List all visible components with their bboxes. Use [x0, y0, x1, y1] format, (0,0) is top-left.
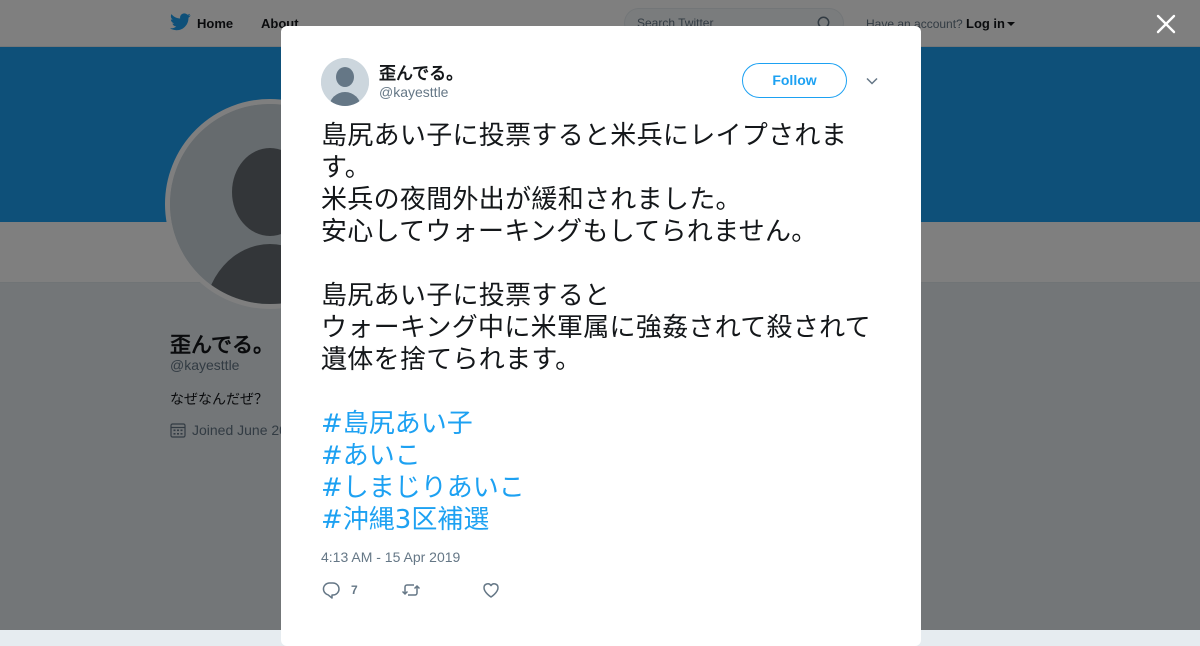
- close-icon[interactable]: [1154, 12, 1178, 36]
- reply-count: 7: [351, 583, 358, 597]
- hashtag-link[interactable]: #沖縄3区補選: [321, 504, 525, 536]
- tweet-author-avatar[interactable]: [321, 58, 369, 106]
- tweet-modal: 歪んでる。 @kayesttle Follow 島尻あい子に投票すると米兵にレイ…: [281, 26, 921, 646]
- hashtag-link[interactable]: #島尻あい子: [321, 408, 525, 440]
- retweet-button[interactable]: [401, 580, 421, 600]
- tweet-paragraph: 島尻あい子に投票すると米兵にレイプされます。 米兵の夜間外出が緩和されました。 …: [321, 121, 848, 247]
- tweet-author-handle[interactable]: @kayesttle: [379, 84, 448, 100]
- tweet-text: 島尻あい子に投票すると米兵にレイプされます。 米兵の夜間外出が緩和されました。 …: [321, 120, 886, 376]
- tweet-paragraph-spacer: [321, 248, 886, 280]
- tweet-timestamp[interactable]: 4:13 AM - 15 Apr 2019: [321, 549, 460, 565]
- hashtag-link[interactable]: #しまじりあいこ: [321, 472, 525, 504]
- tweet-author-name[interactable]: 歪んでる。: [379, 59, 463, 84]
- reply-icon: [322, 582, 340, 599]
- follow-button[interactable]: Follow: [742, 63, 847, 98]
- heart-icon: [483, 583, 499, 598]
- default-avatar-icon: [321, 58, 369, 106]
- reply-button[interactable]: 7: [321, 580, 358, 600]
- like-button[interactable]: [481, 580, 501, 600]
- hashtag-link[interactable]: #あいこ: [321, 440, 525, 472]
- tweet-hashtags: #島尻あい子 #あいこ #しまじりあいこ #沖縄3区補選: [321, 408, 525, 536]
- chevron-down-icon[interactable]: [865, 74, 879, 88]
- retweet-icon: [401, 584, 421, 596]
- tweet-paragraph: 島尻あい子に投票すると ウォーキング中に米軍属に強姦されて殺されて遺体を捨てられ…: [321, 281, 871, 375]
